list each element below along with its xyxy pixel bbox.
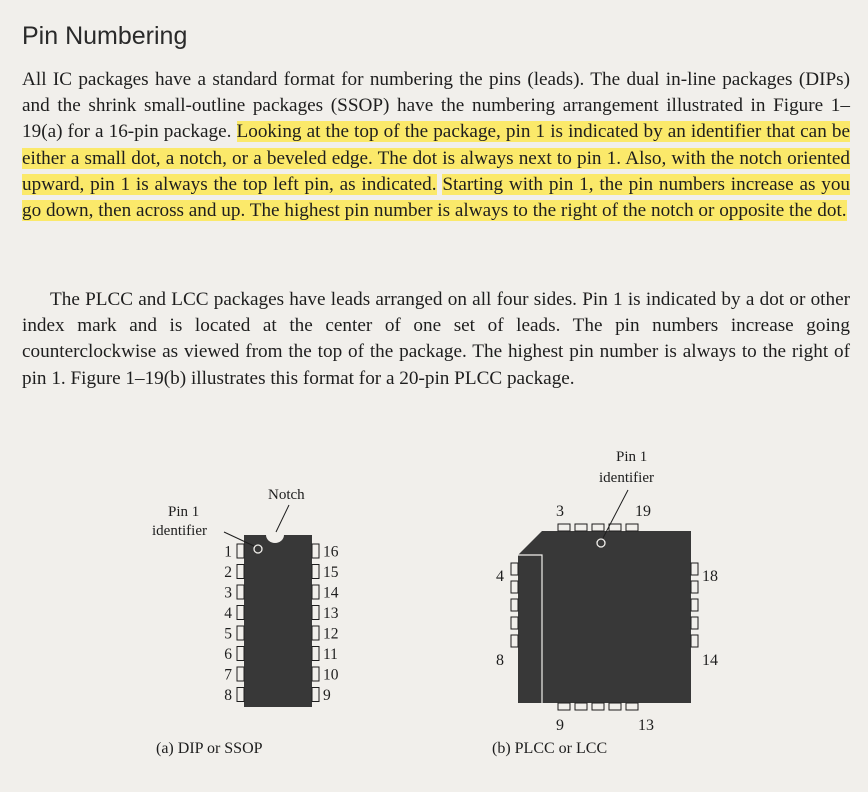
dip-pin-label: 3 <box>224 585 232 602</box>
dip-lead-right <box>311 625 320 641</box>
dip-lead-right <box>311 666 320 682</box>
plcc-lead-bottom <box>625 702 639 711</box>
plcc-identifier-label-2: identifier <box>599 470 654 486</box>
dip-pin-label: 2 <box>224 564 232 581</box>
plcc-lead-top <box>625 523 639 532</box>
plcc-lead-right <box>690 562 699 576</box>
dip-lead-left <box>236 646 245 661</box>
plcc-pin-18-label: 18 <box>702 568 718 585</box>
dip-lead-left <box>236 543 245 559</box>
plcc-pin-19-label: 19 <box>635 503 651 520</box>
dip-lead-left <box>236 625 245 641</box>
dip-identifier-label-1: Pin 1 <box>168 504 199 520</box>
plcc-lead-right <box>690 634 699 648</box>
plcc-lead-right <box>690 598 699 612</box>
dip-lead-right <box>311 605 320 620</box>
plcc-pin-3-label: 3 <box>556 503 564 520</box>
plcc-pin-13-label: 13 <box>638 717 654 734</box>
dip-lead-right <box>311 584 320 600</box>
dip-identifier-label-2: identifier <box>152 523 207 539</box>
plcc-pin-4-label: 4 <box>496 568 504 585</box>
dip-lead-left <box>236 666 245 682</box>
plcc-pin-8-label: 8 <box>496 652 504 669</box>
plcc-lead-bottom <box>591 702 605 711</box>
plcc-lead-right <box>690 580 699 594</box>
dip-lead-right <box>311 543 320 559</box>
plcc-lead-bottom <box>557 702 571 711</box>
dip-lead-left <box>236 584 245 600</box>
dip-lead-right <box>311 646 320 661</box>
plcc-caption: (b) PLCC or LCC <box>492 740 607 757</box>
dip-pin-label: 1 <box>224 544 232 561</box>
plcc-identifier-label-1: Pin 1 <box>616 449 647 465</box>
plcc-figure: Pin 1 identifier 3 19 4 8 18 14 9 13 (b)… <box>492 449 718 757</box>
dip-pin-label: 7 <box>224 667 232 684</box>
plcc-lead-left <box>510 580 519 594</box>
plcc-lead-left <box>510 634 519 648</box>
plcc-lead-top <box>557 523 571 532</box>
dip-figure: 1 16 2 15 3 14 4 13 5 12 6 11 7 10 8 9 Notch Pin 1 iden… <box>152 487 339 757</box>
plcc-lead-top <box>574 523 588 532</box>
dip-pin-label: 14 <box>323 585 339 602</box>
dip-body <box>244 535 312 707</box>
dip-pin-label: 15 <box>323 564 339 581</box>
dip-pin-label: 16 <box>323 544 339 561</box>
plcc-lead-left <box>510 616 519 630</box>
plcc-body <box>518 531 691 703</box>
dip-pin-label: 4 <box>224 605 232 622</box>
plcc-lead-bottom <box>574 702 588 711</box>
dip-pin-label: 6 <box>224 646 232 663</box>
dip-notch-label: Notch <box>268 487 305 503</box>
plcc-lead-right <box>690 616 699 630</box>
dip-pin-label: 12 <box>323 626 339 643</box>
dip-pin-label: 13 <box>323 605 339 622</box>
dip-pin-label: 11 <box>323 646 338 663</box>
dip-notch-leader <box>275 504 290 533</box>
dip-lead-left <box>236 605 245 620</box>
plcc-pin-14-label: 14 <box>702 652 718 669</box>
dip-lead-right <box>311 564 320 579</box>
dip-lead-left <box>236 687 245 702</box>
plcc-lead-top <box>608 523 622 532</box>
plcc-lead-left <box>510 598 519 612</box>
dip-lead-left <box>236 564 245 579</box>
dip-pin-label: 10 <box>323 667 339 684</box>
dip-pin-label: 5 <box>224 626 232 643</box>
plcc-lead-left <box>510 562 519 576</box>
dip-caption: (a) DIP or SSOP <box>156 740 263 757</box>
plcc-lead-bottom <box>608 702 622 711</box>
dip-pin-label: 8 <box>224 687 232 704</box>
figure-1-19: 1 16 2 15 3 14 4 13 5 12 6 11 7 10 8 9 Notch Pin 1 iden… <box>152 449 718 757</box>
plcc-lead-top <box>591 523 605 532</box>
dip-pin-label: 9 <box>323 687 331 704</box>
plcc-pin-9-label: 9 <box>556 717 564 734</box>
dip-lead-right <box>311 687 320 702</box>
